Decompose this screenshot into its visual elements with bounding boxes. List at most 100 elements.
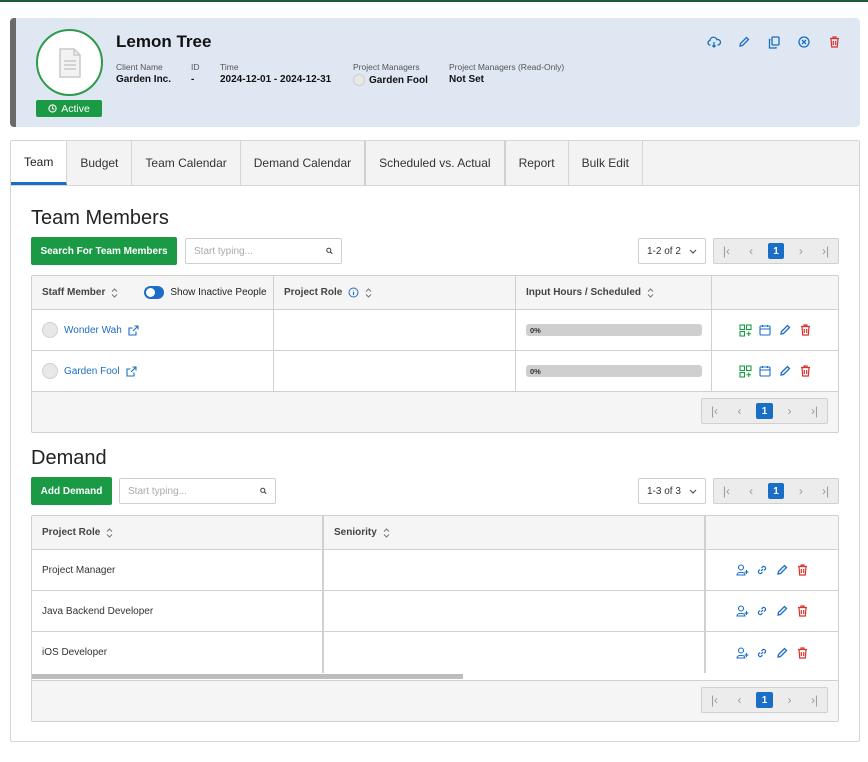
copy-icon[interactable] xyxy=(766,34,782,50)
page-number[interactable]: 1 xyxy=(767,483,785,499)
search-icon[interactable] xyxy=(326,246,333,256)
trash-icon[interactable] xyxy=(795,646,809,660)
assign-icon[interactable] xyxy=(738,323,752,337)
next-page-icon[interactable]: › xyxy=(777,688,802,712)
id-meta: ID - xyxy=(191,62,200,85)
tab-scheduled-vs-actual[interactable]: Scheduled vs. Actual xyxy=(366,141,506,185)
demand-title: Demand xyxy=(31,447,107,469)
tab-demand-calendar[interactable]: Demand Calendar xyxy=(241,141,367,185)
last-page-icon[interactable]: ›| xyxy=(802,399,827,423)
search-icon[interactable] xyxy=(260,486,267,496)
manager-name[interactable]: Garden Fool xyxy=(369,75,428,86)
first-page-icon[interactable]: |‹ xyxy=(702,688,727,712)
calendar-icon[interactable] xyxy=(758,364,772,378)
person-link[interactable]: Wonder Wah xyxy=(64,325,122,336)
cancel-icon[interactable] xyxy=(796,34,812,50)
sort-icon[interactable] xyxy=(106,527,113,538)
tab-bar: Team Budget Team Calendar Demand Calenda… xyxy=(11,141,859,186)
edit-icon[interactable] xyxy=(736,34,752,50)
show-inactive-toggle[interactable] xyxy=(144,286,165,299)
demand-count-select[interactable]: 1-3 of 3 xyxy=(638,478,706,504)
managers-meta: Project Managers Garden Fool xyxy=(353,62,428,86)
managers-ro-label: Project Managers (Read-Only) xyxy=(449,62,565,72)
prev-page-icon[interactable]: ‹ xyxy=(739,479,764,503)
link-icon[interactable] xyxy=(755,563,769,577)
team-count-select[interactable]: 1-2 of 2 xyxy=(638,238,706,264)
trash-icon[interactable] xyxy=(798,323,812,337)
edit-icon[interactable] xyxy=(775,646,789,660)
next-page-icon[interactable]: › xyxy=(788,239,813,263)
add-person-icon[interactable] xyxy=(735,563,749,577)
demand-role-header-label[interactable]: Project Role xyxy=(42,527,100,538)
next-page-icon[interactable]: › xyxy=(777,399,802,423)
add-person-icon[interactable] xyxy=(735,646,749,660)
person-link[interactable]: Garden Fool xyxy=(64,366,120,377)
horizontal-scrollbar[interactable] xyxy=(32,673,838,681)
tab-team[interactable]: Team xyxy=(11,141,68,185)
external-link-icon[interactable] xyxy=(126,365,137,377)
prev-page-icon[interactable]: ‹ xyxy=(739,239,764,263)
staff-header-label[interactable]: Staff Member xyxy=(42,287,105,298)
role-header-label[interactable]: Project Role xyxy=(284,287,342,298)
managers-ro-value: Not Set xyxy=(449,74,484,85)
hours-header-label[interactable]: Input Hours / Scheduled xyxy=(526,287,641,298)
tab-report[interactable]: Report xyxy=(506,141,569,185)
search-team-members-button[interactable]: Search For Team Members xyxy=(31,237,177,265)
managers-label: Project Managers xyxy=(353,62,420,72)
assign-icon[interactable] xyxy=(738,364,752,378)
edit-icon[interactable] xyxy=(775,563,789,577)
client-value: Garden Inc. xyxy=(116,74,172,85)
edit-icon[interactable] xyxy=(775,604,789,618)
cloud-icon[interactable] xyxy=(706,34,722,50)
link-icon[interactable] xyxy=(755,604,769,618)
scrollbar-thumb[interactable] xyxy=(32,674,463,679)
sort-icon[interactable] xyxy=(111,287,118,298)
last-page-icon[interactable]: ›| xyxy=(813,479,838,503)
team-search-input[interactable] xyxy=(194,245,326,257)
demand-table: Project Role Seniority Project Manager J… xyxy=(31,515,839,722)
top-accent-line xyxy=(0,0,868,2)
demand-search-input[interactable] xyxy=(128,485,260,497)
last-page-icon[interactable]: ›| xyxy=(802,688,827,712)
table-row: Garden Fool 0% xyxy=(32,351,838,392)
trash-icon[interactable] xyxy=(826,34,842,50)
last-page-icon[interactable]: ›| xyxy=(813,239,838,263)
sort-icon[interactable] xyxy=(365,287,372,298)
prev-page-icon[interactable]: ‹ xyxy=(727,399,752,423)
add-person-icon[interactable] xyxy=(735,604,749,618)
avatar xyxy=(353,74,365,86)
edit-icon[interactable] xyxy=(778,323,792,337)
demand-pager-top: |‹ ‹ 1 › ›| xyxy=(713,478,839,504)
chevron-down-icon xyxy=(689,489,697,494)
client-meta: Client Name Garden Inc. xyxy=(116,62,171,85)
tab-bulk-edit[interactable]: Bulk Edit xyxy=(569,141,643,185)
project-avatar xyxy=(36,29,103,96)
page-number[interactable]: 1 xyxy=(767,243,785,259)
first-page-icon[interactable]: |‹ xyxy=(714,239,739,263)
seniority-cell xyxy=(324,591,706,631)
demand-role-cell: Project Manager xyxy=(32,550,324,590)
staff-cell: Garden Fool xyxy=(32,351,274,391)
add-demand-button[interactable]: Add Demand xyxy=(31,477,112,505)
calendar-icon[interactable] xyxy=(758,323,772,337)
page-number[interactable]: 1 xyxy=(756,692,773,708)
tab-budget[interactable]: Budget xyxy=(67,141,133,185)
external-link-icon[interactable] xyxy=(128,324,139,336)
sort-icon[interactable] xyxy=(647,287,654,298)
page-number[interactable]: 1 xyxy=(756,403,773,419)
sort-icon[interactable] xyxy=(383,527,390,538)
edit-icon[interactable] xyxy=(778,364,792,378)
seniority-header-label[interactable]: Seniority xyxy=(334,527,377,538)
trash-icon[interactable] xyxy=(798,364,812,378)
time-label: Time xyxy=(220,62,239,72)
trash-icon[interactable] xyxy=(795,563,809,577)
first-page-icon[interactable]: |‹ xyxy=(702,399,727,423)
link-icon[interactable] xyxy=(755,646,769,660)
hours-progress-bar: 0% xyxy=(526,324,702,336)
first-page-icon[interactable]: |‹ xyxy=(714,479,739,503)
prev-page-icon[interactable]: ‹ xyxy=(727,688,752,712)
next-page-icon[interactable]: › xyxy=(788,479,813,503)
trash-icon[interactable] xyxy=(795,604,809,618)
info-icon[interactable] xyxy=(348,287,359,298)
tab-team-calendar[interactable]: Team Calendar xyxy=(132,141,241,185)
